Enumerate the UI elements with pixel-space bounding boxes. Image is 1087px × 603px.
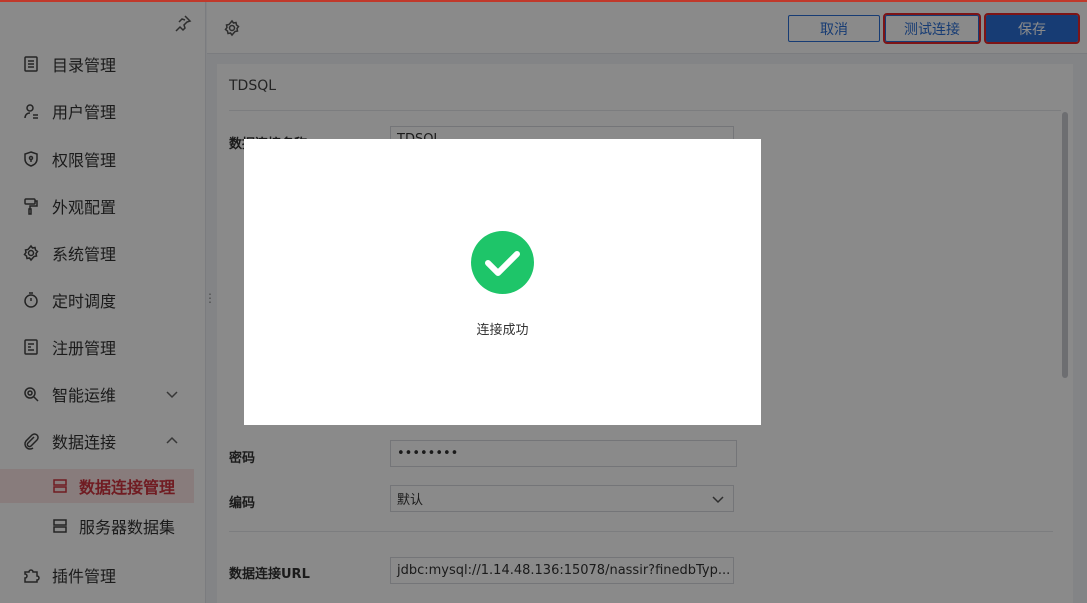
success-check-icon <box>471 231 534 294</box>
dialog-message: 连接成功 <box>476 323 529 338</box>
connection-success-dialog: 连接成功 <box>244 139 761 425</box>
